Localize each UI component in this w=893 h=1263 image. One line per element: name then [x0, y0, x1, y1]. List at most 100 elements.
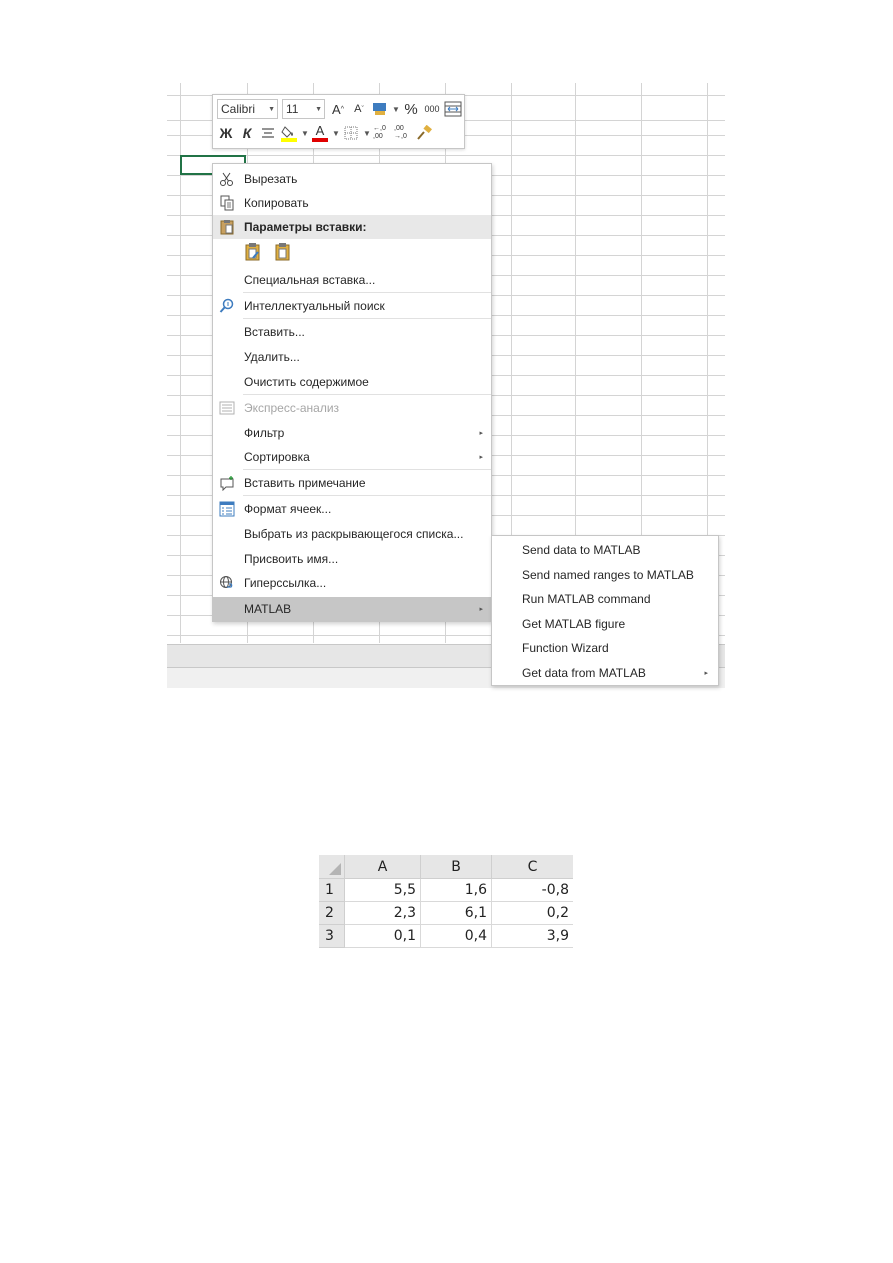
font-name-combo[interactable]: Calibri ▼ — [217, 99, 278, 119]
increase-decimal-icon[interactable]: ←,0 ,00 — [373, 123, 391, 143]
fill-color-icon[interactable] — [280, 123, 298, 143]
submenu-item-function-wizard[interactable]: Function Wizard — [492, 636, 718, 660]
chevron-down-icon[interactable]: ▼ — [363, 123, 371, 143]
percent-label: % — [404, 100, 418, 118]
chevron-down-icon: ▼ — [315, 105, 322, 113]
menu-item-label: Присвоить имя... — [244, 552, 339, 566]
menu-item-label: Формат ячеек... — [244, 502, 332, 516]
menu-item-clear-contents[interactable]: Очистить содержимое — [213, 370, 491, 394]
paste-options-label: Параметры вставки: — [244, 220, 367, 234]
font-color-swatch — [312, 138, 328, 142]
menu-separator — [243, 469, 491, 470]
chevron-down-icon[interactable]: ▼ — [301, 123, 309, 143]
accounting-format-icon[interactable] — [371, 99, 389, 119]
align-center-icon[interactable] — [259, 123, 277, 143]
menu-item-smart-lookup[interactable]: Интеллектуальный поиск — [213, 294, 491, 318]
menu-item-cut[interactable]: Вырезать — [213, 167, 491, 191]
cell-value: 0,2 — [546, 905, 569, 921]
copy-icon — [218, 194, 236, 212]
bold-icon[interactable]: Ж — [217, 123, 235, 143]
submenu-arrow-icon: ▸ — [704, 670, 708, 677]
menu-item-sort[interactable]: Сортировка ▸ — [213, 445, 491, 469]
menu-item-filter[interactable]: Фильтр ▸ — [213, 421, 491, 445]
row-header-2[interactable]: 2 — [319, 902, 345, 925]
menu-item-label: Сортировка — [244, 450, 310, 464]
menu-item-hyperlink[interactable]: Гиперссылка... — [213, 571, 491, 595]
menu-item-insert[interactable]: Вставить... — [213, 320, 491, 344]
chevron-down-icon[interactable]: ▼ — [392, 99, 400, 119]
font-size-combo[interactable]: 11 ▼ — [282, 99, 325, 119]
format-painter-icon[interactable] — [415, 123, 433, 143]
menu-item-delete[interactable]: Удалить... — [213, 345, 491, 369]
quick-analysis-icon — [218, 399, 236, 417]
submenu-item-get-data[interactable]: Get data from MATLAB ▸ — [492, 661, 718, 685]
submenu-item-get-figure[interactable]: Get MATLAB figure — [492, 612, 718, 636]
scissors-icon — [218, 170, 236, 188]
table-cell[interactable]: 5,5 — [345, 879, 421, 902]
menu-separator — [243, 495, 491, 496]
column-header-a[interactable]: A — [345, 855, 421, 879]
menu-item-format-cells[interactable]: Формат ячеек... — [213, 497, 491, 521]
menu-item-matlab[interactable]: MATLAB ▸ — [213, 597, 491, 621]
font-color-label: A — [315, 123, 325, 138]
table-cell[interactable]: 1,6 — [421, 879, 492, 902]
menu-item-label: Фильтр — [244, 426, 285, 440]
column-header-label: B — [451, 858, 461, 875]
chevron-down-icon: ▼ — [268, 105, 275, 113]
paste-formatting-icon[interactable] — [244, 242, 262, 265]
comma-style-icon[interactable]: 000 — [423, 99, 441, 119]
table-cell[interactable]: 6,1 — [421, 902, 492, 925]
menu-item-define-name[interactable]: Присвоить имя... — [213, 547, 491, 571]
grid-line — [167, 155, 725, 156]
menu-item-paste-special[interactable]: Специальная вставка... — [213, 268, 491, 292]
font-shrink-icon[interactable]: Aˇ — [350, 99, 368, 119]
cell-value: 3,9 — [546, 928, 569, 944]
table-cell[interactable]: 0,1 — [345, 925, 421, 948]
select-all-corner[interactable] — [319, 855, 345, 879]
italic-icon[interactable]: К — [238, 123, 256, 143]
search-icon — [218, 297, 236, 315]
table-cell[interactable]: -0,8 — [492, 879, 573, 902]
column-header-b[interactable]: B — [421, 855, 492, 879]
menu-item-label: Очистить содержимое — [244, 375, 369, 389]
row-header-1[interactable]: 1 — [319, 879, 345, 902]
font-grow-icon[interactable]: A ^ — [329, 99, 347, 119]
font-size-value: 11 — [286, 102, 299, 116]
submenu-arrow-icon: ▸ — [479, 430, 483, 437]
merge-center-icon[interactable] — [444, 99, 462, 119]
menu-item-label: Вставить примечание — [244, 476, 366, 490]
submenu-item-send-data[interactable]: Send data to MATLAB — [492, 538, 718, 562]
bold-label: Ж — [219, 125, 233, 141]
menu-item-insert-comment[interactable]: Вставить примечание — [213, 471, 491, 495]
menu-separator — [243, 292, 491, 293]
submenu-item-send-named-ranges[interactable]: Send named ranges to MATLAB — [492, 563, 718, 587]
format-cells-icon — [218, 500, 236, 518]
menu-item-label: Выбрать из раскрывающегося списка... — [244, 527, 464, 541]
submenu-arrow-icon: ▸ — [479, 454, 483, 461]
globe-link-icon — [218, 574, 236, 592]
percent-icon[interactable]: % — [402, 99, 420, 119]
chevron-down-icon[interactable]: ▼ — [332, 123, 340, 143]
data-table: A B C 1 5,5 1,6 -0,8 2 2,3 6,1 0,2 3 0,1… — [319, 855, 573, 950]
thousands-label: 000 — [424, 104, 440, 114]
menu-item-label: Гиперссылка... — [244, 576, 327, 590]
submenu-item-run-command[interactable]: Run MATLAB command — [492, 587, 718, 611]
menu-item-label: MATLAB — [244, 602, 292, 616]
cell-value: 1,6 — [464, 882, 487, 898]
row-header-3[interactable]: 3 — [319, 925, 345, 948]
borders-icon[interactable] — [342, 123, 360, 143]
table-cell[interactable]: 0,4 — [421, 925, 492, 948]
paste-icon[interactable] — [274, 242, 292, 265]
menu-item-pick-from-list[interactable]: Выбрать из раскрывающегося списка... — [213, 522, 491, 546]
table-cell[interactable]: 3,9 — [492, 925, 573, 948]
font-color-icon[interactable]: A — [311, 123, 329, 143]
submenu-item-label: Run MATLAB command — [522, 592, 651, 606]
submenu-item-label: Function Wizard — [522, 641, 609, 655]
cell-value: -0,8 — [541, 882, 569, 898]
menu-item-copy[interactable]: Копировать — [213, 191, 491, 215]
decrease-decimal-icon[interactable]: ,00 →,0 — [394, 123, 412, 143]
paste-options-row — [213, 240, 491, 266]
table-cell[interactable]: 2,3 — [345, 902, 421, 925]
column-header-c[interactable]: C — [492, 855, 573, 879]
table-cell[interactable]: 0,2 — [492, 902, 573, 925]
